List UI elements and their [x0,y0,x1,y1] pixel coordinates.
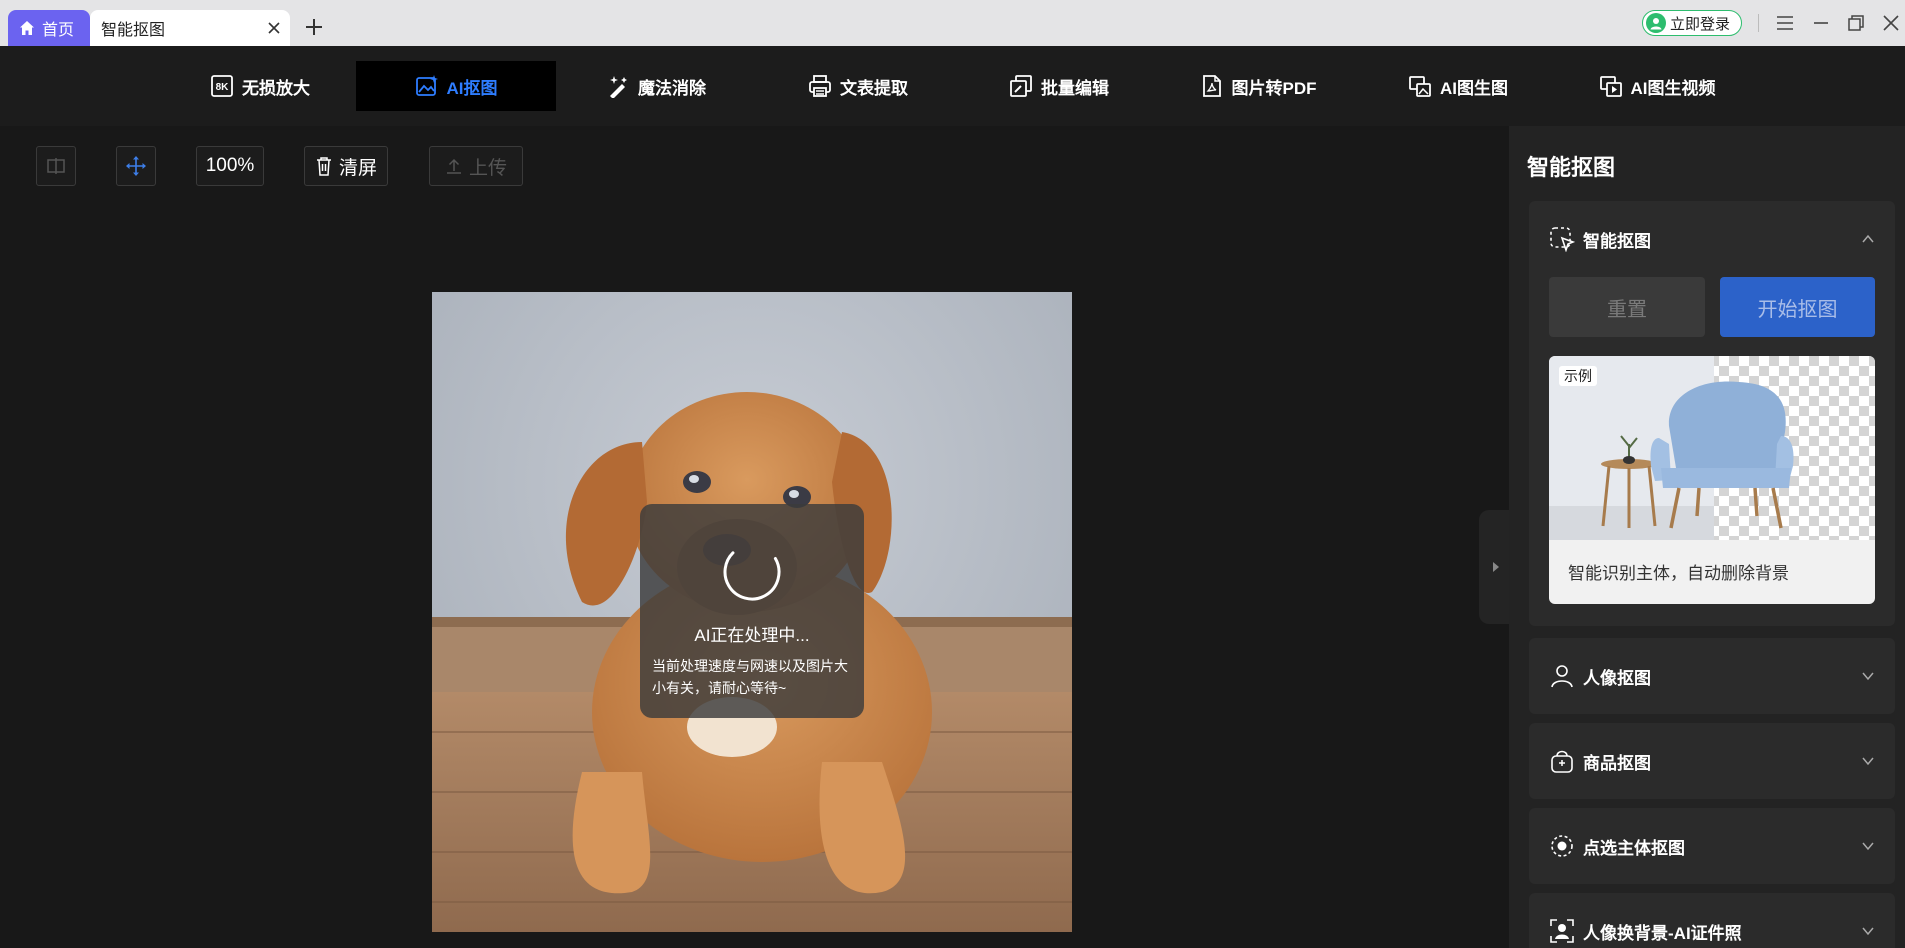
section-label: 人像换背景-AI证件照 [1583,923,1742,943]
chevron-down-icon[interactable] [1861,924,1875,938]
tool-label: 无损放大 [242,78,310,98]
section-header[interactable]: 智能抠图 [1549,201,1651,277]
image-to-video-icon [1599,76,1622,97]
zoom-value: 100% [205,155,255,176]
image-sparkle-icon [415,75,438,96]
tool-ai-cutout[interactable]: AI抠图 [356,61,556,111]
batch-edit-icon [1010,75,1032,97]
panel-collapse-handle[interactable] [1479,510,1509,624]
8k-icon: 8K [211,75,233,97]
section-header[interactable]: 人像抠图 [1549,638,1651,714]
section-portrait-cutout[interactable]: 人像抠图 [1529,638,1895,714]
tool-magic-erase[interactable]: 魔法消除 [604,61,708,111]
section-portrait-background-id-photo[interactable]: 人像换背景-AI证件照 [1529,893,1895,948]
divider [1758,14,1759,32]
upload-label: 上传 [468,157,507,179]
move-tool-button[interactable] [116,146,156,186]
image-to-image-icon [1409,76,1431,97]
minimize-icon[interactable] [1810,12,1832,34]
login-label: 立即登录 [1670,15,1731,33]
chevron-up-icon[interactable] [1861,232,1875,246]
processing-title: AI正在处理中... [694,626,810,645]
compare-button[interactable] [36,146,76,186]
target-icon [1551,835,1573,857]
section-header[interactable]: 商品抠图 [1549,723,1651,799]
chevron-down-icon[interactable] [1861,754,1875,768]
pdf-icon [1202,75,1221,97]
tool-label: AI图生图 [1440,78,1508,98]
tool-label: 文表提取 [840,78,908,98]
move-arrows-icon [126,156,146,176]
chevron-down-icon[interactable] [1861,839,1875,853]
section-label: 人像抠图 [1583,668,1651,688]
section-label: 点选主体抠图 [1583,838,1685,858]
section-click-subject-cutout[interactable]: 点选主体抠图 [1529,808,1895,884]
portrait-frame-icon [1550,919,1574,943]
loading-spinner-icon [723,543,781,601]
processing-description: 当前处理速度与网速以及图片大小有关，请耐心等待~ [652,658,848,696]
tool-lossless-upscale[interactable]: 8K 无损放大 [200,61,320,111]
tab-smart-cutout-label: 智能抠图 [101,22,166,39]
start-cutout-button[interactable]: 开始抠图 [1720,277,1875,337]
processing-overlay: AI正在处理中... 当前处理速度与网速以及图片大小有关，请耐心等待~ [640,504,864,718]
tool-ai-image-to-video[interactable]: AI图生视频 [1598,61,1716,111]
clear-label: 清屏 [338,157,377,179]
close-icon[interactable] [264,18,284,38]
add-tab-icon[interactable] [302,15,326,39]
feature-toolbar: 8K 无损放大 AI抠图 魔法消除 文表提取 批量编辑 图片转PDF AI图生图… [0,46,1905,126]
tool-label: 魔法消除 [638,78,706,98]
restore-icon[interactable] [1845,12,1867,34]
panel-title: 智能抠图 [1527,155,1616,180]
trash-icon [316,157,331,176]
magic-wand-icon [610,76,627,98]
example-description: 智能识别主体，自动删除背景 [1568,564,1789,583]
section-label: 商品抠图 [1583,753,1651,773]
section-product-cutout[interactable]: 商品抠图 [1529,723,1895,799]
tool-batch-edit[interactable]: 批量编辑 [1007,61,1111,111]
canvas-area: 100% 清屏 上传 AI正在处理中... 当前处理速度与网速以及图片大小有关，… [0,126,1508,948]
chevron-down-icon[interactable] [1861,669,1875,683]
close-window-icon[interactable] [1880,12,1902,34]
compare-icon [47,158,65,174]
section-smart-cutout: 智能抠图 重置 开始抠图 示例 智能识别主体，自动删除背景 [1529,201,1895,626]
example-image-chair [1549,356,1875,540]
person-icon [1551,665,1573,688]
tool-image-to-pdf[interactable]: 图片转PDF [1199,61,1317,111]
zoom-level[interactable]: 100% [196,146,264,186]
tool-label: 批量编辑 [1041,78,1109,98]
section-header[interactable]: 人像换背景-AI证件照 [1549,893,1742,948]
shopping-bag-icon [1551,750,1573,773]
example-tag: 示例 [1559,366,1597,386]
svg-text:8K: 8K [216,82,230,93]
example-card: 示例 智能识别主体，自动删除背景 [1549,356,1875,604]
section-header[interactable]: 点选主体抠图 [1549,808,1685,884]
tab-home[interactable]: 首页 [8,10,90,46]
upload-icon [446,158,461,174]
smart-cutout-icon [1550,227,1575,252]
chevron-right-icon [1493,562,1499,572]
login-button[interactable]: 立即登录 [1642,10,1742,36]
reset-button[interactable]: 重置 [1549,277,1705,337]
tab-smart-cutout[interactable]: 智能抠图 [90,10,290,46]
tab-home-label: 首页 [42,22,75,39]
title-bar: 首页 智能抠图 立即登录 [0,0,1905,46]
tool-ai-image-to-image[interactable]: AI图生图 [1408,61,1508,111]
home-icon [20,21,34,35]
user-avatar-icon [1646,13,1666,33]
clear-screen-button[interactable]: 清屏 [304,146,388,186]
tool-label: AI图生视频 [1630,78,1716,98]
tool-label: AI抠图 [446,78,498,98]
right-panel: 智能抠图 智能抠图 重置 开始抠图 示例 智能识别主体，自动删除背景 人像抠图 … [1509,126,1905,948]
tool-table-extract[interactable]: 文表提取 [806,61,910,111]
tool-label: 图片转PDF [1231,78,1317,98]
section-label: 智能抠图 [1583,231,1651,251]
upload-button[interactable]: 上传 [429,146,523,186]
menu-icon[interactable] [1774,12,1796,34]
printer-icon [809,75,831,97]
